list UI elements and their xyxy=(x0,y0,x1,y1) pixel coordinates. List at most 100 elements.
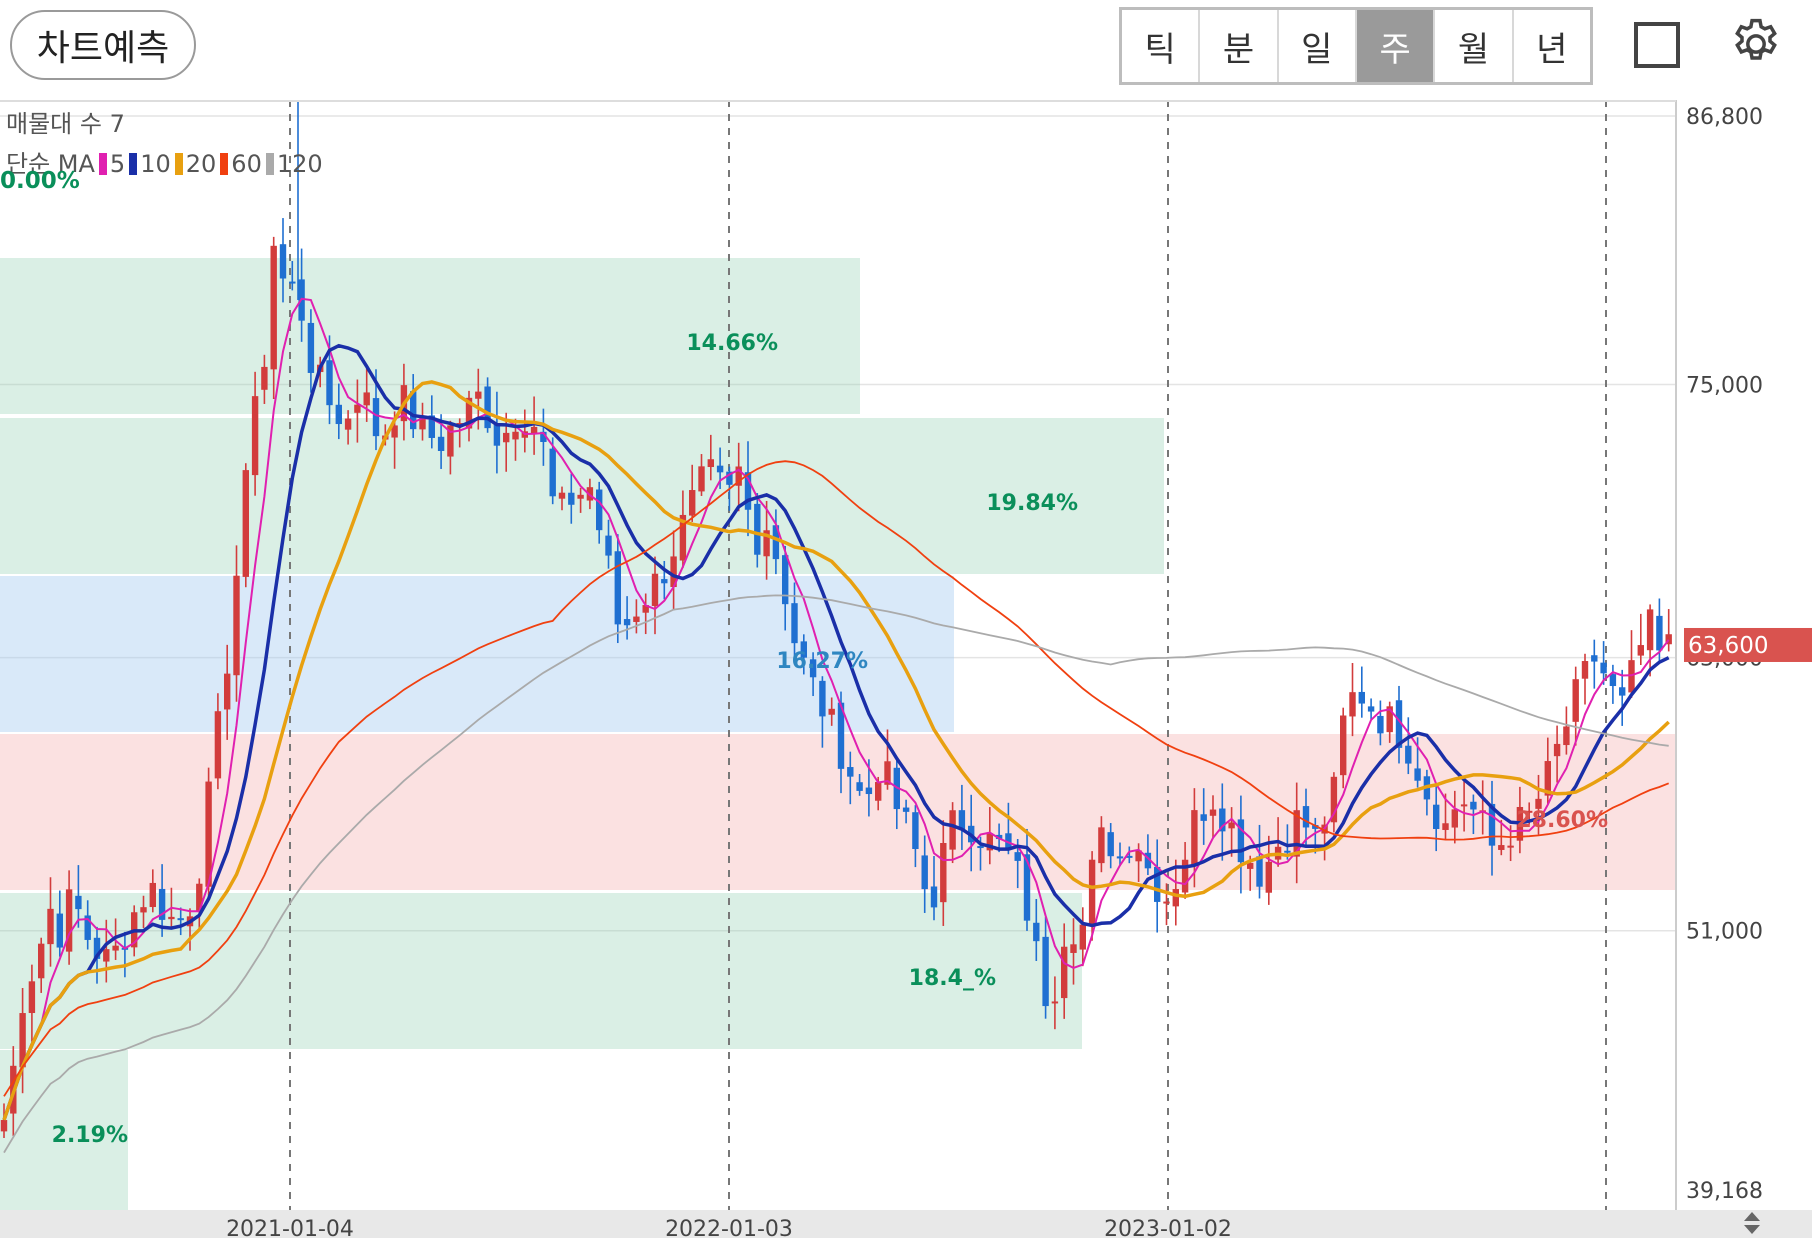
candle-body xyxy=(1470,801,1477,810)
candle-body xyxy=(0,1120,8,1132)
candle-body xyxy=(1405,745,1412,764)
candle-body xyxy=(1070,944,1077,953)
candle-body xyxy=(1200,814,1207,821)
candle-body xyxy=(1637,645,1644,656)
ma20-label: 20 xyxy=(185,150,217,178)
ma10-swatch xyxy=(129,153,138,175)
candle-body xyxy=(614,551,621,625)
candle-body xyxy=(633,616,640,622)
zone-label-3: 28.60% xyxy=(1516,808,1608,833)
candle-body xyxy=(949,810,956,850)
candle-body xyxy=(363,392,370,406)
candle-body xyxy=(689,490,696,516)
candle-body xyxy=(372,398,380,437)
candle-body xyxy=(707,459,714,468)
candle-body xyxy=(28,981,36,1014)
candle-body xyxy=(596,489,603,531)
candle-body xyxy=(651,573,659,606)
candle-body xyxy=(1656,615,1663,651)
candle-body xyxy=(1349,692,1356,717)
candle-body xyxy=(1414,768,1421,781)
candle-body xyxy=(1581,661,1589,679)
candle-body xyxy=(1563,726,1570,746)
candle-body xyxy=(1051,1001,1059,1004)
candle-body xyxy=(1460,804,1468,807)
volume-profile-label: 매물대 수 7 xyxy=(6,110,125,138)
x-axis-label-0: 2021-01-04 xyxy=(226,1217,354,1238)
candle-body xyxy=(782,555,789,605)
candle-body xyxy=(698,466,705,492)
ma60-label: 60 xyxy=(231,150,262,178)
candle-body xyxy=(1646,609,1654,651)
candle-body xyxy=(326,360,333,406)
candle-body xyxy=(1209,809,1217,816)
ma10-label: 10 xyxy=(140,150,171,178)
y-axis-label-3: 51,000 xyxy=(1686,920,1763,945)
candle-body xyxy=(251,396,259,476)
candle-body xyxy=(512,431,519,440)
ma60-swatch xyxy=(220,153,229,175)
candle-body xyxy=(1619,687,1626,696)
candle-body xyxy=(475,391,482,399)
candle-body xyxy=(1256,856,1263,887)
candle-body xyxy=(1042,936,1049,1007)
candle-body xyxy=(344,418,352,430)
y-axis-label-1: 75,000 xyxy=(1686,374,1763,399)
candle-body xyxy=(1451,809,1458,828)
candle-body xyxy=(1591,655,1598,662)
zone-label-5: 2.19% xyxy=(52,1123,128,1148)
candle-body xyxy=(1377,715,1384,734)
candle-body xyxy=(1181,859,1189,893)
candle-body xyxy=(912,812,919,850)
base-percent-label: 0.00% xyxy=(0,168,80,194)
zone-label-1: 19.84% xyxy=(986,491,1078,516)
candle-body xyxy=(1609,674,1617,687)
candle-body xyxy=(149,882,156,908)
x-axis-label-2: 2023-01-02 xyxy=(1104,1217,1232,1238)
candle-body xyxy=(1507,845,1514,848)
candle-body xyxy=(224,673,231,710)
candle-body xyxy=(1572,679,1579,722)
candle-body xyxy=(242,470,249,577)
x-axis-label-1: 2022-01-03 xyxy=(665,1217,793,1238)
candle-body xyxy=(856,782,863,791)
candle-body xyxy=(279,244,287,279)
candle-body xyxy=(503,432,510,443)
candle-body xyxy=(754,503,761,555)
candle-body xyxy=(112,945,119,951)
candle-body xyxy=(568,492,575,505)
candle-body xyxy=(307,322,315,373)
current-price-label: 63,600 xyxy=(1688,633,1768,659)
resize-handle-icon[interactable] xyxy=(1740,1210,1764,1236)
candle-body xyxy=(1061,946,1068,999)
candle-body xyxy=(558,492,566,499)
candle-body xyxy=(335,404,342,425)
ma5-label: 5 xyxy=(109,150,126,178)
ma120-label: 120 xyxy=(276,150,323,178)
candle-body xyxy=(1116,856,1124,859)
candle-body xyxy=(847,767,854,777)
candle-body xyxy=(940,842,947,903)
candle-body xyxy=(930,886,938,908)
zone-label-2: 16.27% xyxy=(776,649,868,674)
candle-body xyxy=(661,579,668,584)
candle-body xyxy=(38,943,45,979)
candle-body xyxy=(1553,743,1561,757)
candle-body xyxy=(270,245,277,370)
candle-body xyxy=(1033,922,1040,942)
candle-body xyxy=(47,908,54,945)
candle-body xyxy=(1098,827,1105,864)
price-chart[interactable]: 14.66% 19.84% 16.27% 28.60% 18.4_% 2.19% 86,80… xyxy=(0,0,1812,1238)
candle-body xyxy=(56,913,63,948)
candle-body xyxy=(1358,691,1365,704)
candle-body xyxy=(1163,901,1170,904)
ma120-swatch xyxy=(265,153,274,175)
candle-body xyxy=(177,918,184,921)
candle-body xyxy=(1367,706,1375,712)
candle-body xyxy=(1600,662,1607,674)
candle-body xyxy=(716,465,724,473)
candle-body xyxy=(577,494,584,499)
candle-body xyxy=(103,949,110,962)
candle-body xyxy=(1191,810,1198,865)
candle-body xyxy=(902,807,910,812)
